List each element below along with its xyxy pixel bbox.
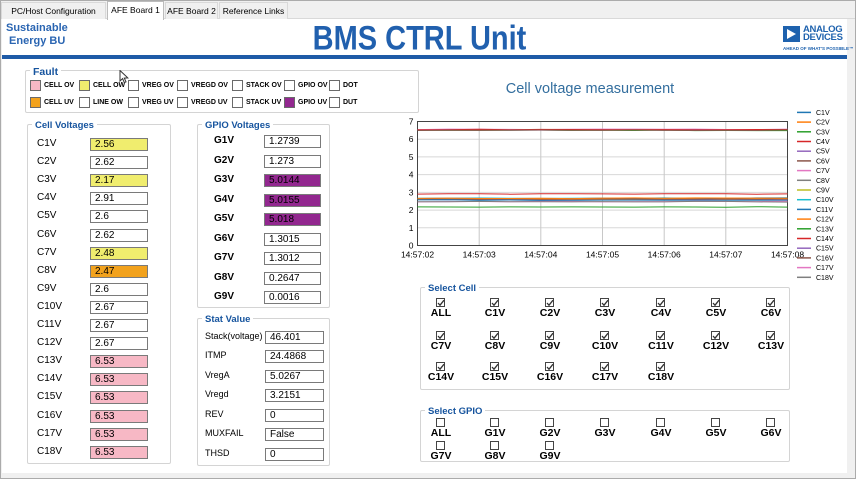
svg-text:C12V: C12V: [816, 217, 834, 224]
svg-text:C10V: C10V: [816, 197, 834, 204]
svg-text:C11V: C11V: [816, 207, 833, 214]
svg-text:C13V: C13V: [816, 226, 834, 233]
svg-text:C4V: C4V: [816, 139, 830, 146]
svg-text:14:57:03: 14:57:03: [463, 250, 496, 260]
svg-text:1: 1: [409, 223, 414, 233]
svg-text:14:57:06: 14:57:06: [648, 250, 681, 260]
svg-text:4: 4: [409, 170, 414, 180]
svg-text:C3V: C3V: [816, 129, 830, 136]
svg-text:C6V: C6V: [816, 158, 830, 165]
svg-text:C7V: C7V: [816, 168, 830, 175]
svg-text:14:57:05: 14:57:05: [586, 250, 619, 260]
svg-text:C18V: C18V: [816, 275, 834, 282]
svg-text:14:57:07: 14:57:07: [709, 250, 742, 260]
svg-text:C14V: C14V: [816, 236, 834, 243]
svg-text:C9V: C9V: [816, 188, 830, 195]
svg-text:C17V: C17V: [816, 265, 834, 272]
svg-text:C5V: C5V: [816, 149, 830, 156]
svg-text:6: 6: [409, 134, 414, 144]
svg-text:C8V: C8V: [816, 178, 830, 185]
svg-text:14:57:02: 14:57:02: [401, 250, 434, 260]
svg-text:3: 3: [409, 187, 414, 197]
svg-text:C1V: C1V: [816, 110, 830, 117]
svg-text:2: 2: [409, 205, 414, 215]
svg-text:5: 5: [409, 152, 414, 162]
svg-text:C16V: C16V: [816, 255, 834, 262]
svg-text:14:57:04: 14:57:04: [524, 250, 557, 260]
svg-text:7: 7: [409, 117, 414, 127]
svg-text:C2V: C2V: [816, 120, 830, 127]
svg-text:C15V: C15V: [816, 246, 834, 253]
